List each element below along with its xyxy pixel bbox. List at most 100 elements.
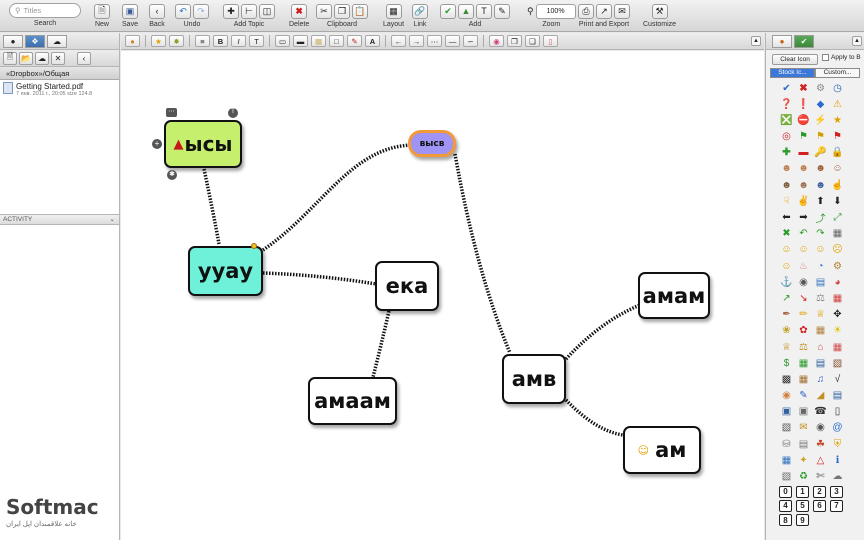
- number-9-icon[interactable]: 9: [796, 514, 809, 527]
- dropbox-source-icon[interactable]: ❖: [25, 34, 45, 48]
- number-5-icon[interactable]: 5: [796, 499, 809, 512]
- line-solid-icon[interactable]: —: [445, 35, 460, 47]
- info-sign-icon[interactable]: ℹ: [830, 453, 845, 467]
- anchor-icon[interactable]: ⚓: [779, 275, 794, 289]
- computer-icon[interactable]: ▣: [796, 405, 811, 419]
- back-button[interactable]: ‹ Back: [149, 3, 165, 28]
- number-1-icon[interactable]: 1: [796, 485, 809, 498]
- print-icon[interactable]: ⎙: [578, 3, 594, 19]
- star-icon[interactable]: ★: [151, 35, 166, 47]
- at-sign-icon[interactable]: @: [830, 421, 845, 435]
- triangle-ruler-icon[interactable]: ◢: [813, 389, 828, 403]
- home-icon[interactable]: ⌂: [813, 340, 828, 354]
- bug-icon[interactable]: ☘: [813, 437, 828, 451]
- share-icon[interactable]: ✉: [614, 3, 630, 19]
- balance-icon[interactable]: ⚖: [796, 340, 811, 354]
- arrow-right-circle-icon[interactable]: ➡: [796, 211, 811, 225]
- palette-icon[interactable]: ◉: [779, 389, 794, 403]
- border-icon[interactable]: □: [329, 35, 344, 47]
- number-6-icon[interactable]: 6: [813, 499, 826, 512]
- shuffle-icon[interactable]: ✖: [779, 227, 794, 241]
- mind-map-canvas[interactable]: ▲ ысы ⋯ T + ✱ ууау высв ека амаам амв ам…: [121, 51, 764, 540]
- document-icon[interactable]: ▤: [830, 389, 845, 403]
- number-7-icon[interactable]: 7: [830, 499, 843, 512]
- road-sign-icon[interactable]: △: [813, 453, 828, 467]
- add-group[interactable]: ✔ ▲ T ✎ Add: [440, 3, 510, 28]
- shape-rect-icon[interactable]: ▬: [293, 35, 308, 47]
- monitor-icon[interactable]: ▣: [779, 405, 794, 419]
- minus-icon[interactable]: ▬: [796, 146, 811, 160]
- music-note-icon[interactable]: ♫: [813, 372, 828, 386]
- line-chart-icon[interactable]: ↗: [779, 291, 794, 305]
- computer-source-icon[interactable]: ●: [3, 34, 23, 48]
- customer-icon[interactable]: ☻: [796, 178, 811, 192]
- redo-arrow-icon[interactable]: ↷: [813, 227, 828, 241]
- key-icon[interactable]: 🔑: [813, 146, 828, 160]
- undo-group[interactable]: ↶ ↷ Undo: [175, 3, 209, 28]
- books-icon[interactable]: ▤: [813, 356, 828, 370]
- copy-style-icon[interactable]: ❐: [507, 35, 522, 47]
- number-8-icon[interactable]: 8: [779, 514, 792, 527]
- clear-icon-button[interactable]: Clear Icon: [772, 54, 818, 65]
- info-diamond-icon[interactable]: ◆: [813, 97, 828, 111]
- topic-node[interactable]: ▲ ысы: [164, 120, 242, 168]
- laugh-icon[interactable]: ☺: [796, 243, 811, 257]
- ribbon-icon[interactable]: ✿: [796, 324, 811, 338]
- crate-icon[interactable]: ▦: [813, 324, 828, 338]
- person-male-icon[interactable]: ☻: [813, 162, 828, 176]
- redo-icon[interactable]: ↷: [193, 3, 209, 19]
- gift-icon[interactable]: ▦: [830, 291, 845, 305]
- shape-rounded-icon[interactable]: ▭: [275, 35, 290, 47]
- lock-icon[interactable]: 🔒: [830, 146, 845, 160]
- new-file-icon[interactable]: 🗎: [3, 51, 17, 65]
- layout-button[interactable]: ▦ Layout: [383, 3, 404, 28]
- pen-icon[interactable]: ✒: [779, 308, 794, 322]
- remove-file-icon[interactable]: ✕: [51, 51, 65, 65]
- add-subtopic-icon[interactable]: ✚: [223, 3, 239, 19]
- merge-arrows-icon[interactable]: ⤴: [813, 211, 828, 225]
- font-color-icon[interactable]: A: [365, 35, 380, 47]
- money-icon[interactable]: ▦: [796, 356, 811, 370]
- expand-arrows-icon[interactable]: ⤢: [830, 211, 845, 225]
- add-child-handle-icon[interactable]: ✱: [167, 170, 177, 180]
- topic-node[interactable]: ☺ ам: [623, 426, 701, 474]
- new-button[interactable]: 🗎 New: [94, 3, 110, 28]
- export-icon[interactable]: ↗: [596, 3, 612, 19]
- cloud-upload-icon[interactable]: ☁: [35, 51, 49, 65]
- bucket-icon[interactable]: ▦: [779, 453, 794, 467]
- wink-icon[interactable]: ☺: [813, 243, 828, 257]
- color-wheel-icon[interactable]: ◉: [489, 35, 504, 47]
- activity-section-header[interactable]: ACTIVITY ⌄: [0, 214, 119, 225]
- binoculars-icon[interactable]: ◉: [796, 275, 811, 289]
- dollar-icon[interactable]: $: [779, 356, 794, 370]
- clipboard-group[interactable]: ✂ ❐ 📋 Clipboard: [316, 3, 368, 28]
- thumbs-up-icon[interactable]: ☝: [830, 178, 845, 192]
- target-icon[interactable]: ◎: [779, 130, 794, 144]
- scissors-icon[interactable]: ✄: [813, 470, 828, 484]
- apply-to-checkbox[interactable]: Apply to B: [822, 54, 861, 61]
- topic-note-handle-icon[interactable]: T: [228, 108, 238, 118]
- line-dotted-icon[interactable]: ⋯: [427, 35, 442, 47]
- line-curve-icon[interactable]: ∽: [463, 35, 478, 47]
- zoom-field[interactable]: 100%: [535, 3, 576, 19]
- copy-icon[interactable]: ❐: [334, 3, 350, 19]
- search-input[interactable]: ⚲ Titles: [9, 3, 81, 18]
- lightning-icon[interactable]: ⚡: [813, 113, 828, 127]
- topic-node[interactable]: ека: [375, 261, 439, 311]
- scale-icon[interactable]: ⚖: [813, 291, 828, 305]
- topic-menu-handle-icon[interactable]: ⋯: [166, 108, 177, 117]
- stop-x-icon[interactable]: ❎: [779, 113, 794, 127]
- pencil-icon[interactable]: ✏: [796, 308, 811, 322]
- print-export-group[interactable]: ⎙ ↗ ✉ Print and Export: [578, 3, 630, 28]
- topic-node[interactable]: амв: [502, 354, 566, 404]
- pineapple-icon[interactable]: ❀: [779, 324, 794, 338]
- person-icon[interactable]: ☻: [779, 162, 794, 176]
- topic-node[interactable]: амам: [638, 272, 710, 319]
- document-stack-icon[interactable]: ▤: [796, 437, 811, 451]
- arrow-down-circle-icon[interactable]: ⬇: [830, 194, 845, 208]
- undo-icon[interactable]: ↶: [175, 3, 191, 19]
- number-3-icon[interactable]: 3: [830, 485, 843, 498]
- add-sibling-icon[interactable]: ⊢: [241, 3, 257, 19]
- open-file-icon[interactable]: 📂: [19, 51, 33, 65]
- zoom-group[interactable]: ⚲ 100% Zoom: [527, 3, 576, 28]
